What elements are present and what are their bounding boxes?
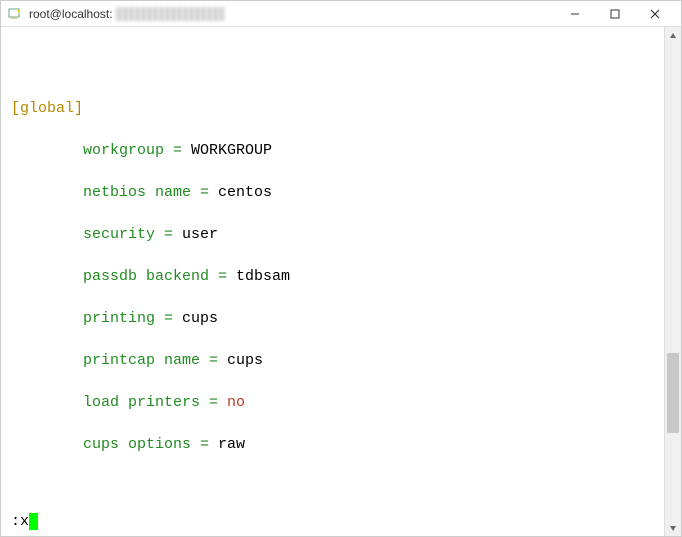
maximize-button[interactable] <box>595 2 635 26</box>
putty-icon <box>7 6 23 22</box>
cfg-key: printcap name <box>83 352 200 369</box>
cfg-val: centos <box>218 184 272 201</box>
cfg-val: raw <box>218 436 245 453</box>
vim-command: :x <box>11 513 29 530</box>
scroll-up-icon[interactable] <box>665 27 681 44</box>
cfg-key: netbios name <box>83 184 191 201</box>
cfg-key: passdb backend <box>83 268 209 285</box>
cfg-key: printing <box>83 310 155 327</box>
minimize-button[interactable] <box>555 2 595 26</box>
cfg-key: load printers <box>83 394 200 411</box>
close-button[interactable] <box>635 2 675 26</box>
cfg-val: WORKGROUP <box>191 142 272 159</box>
cfg-key: security <box>83 226 155 243</box>
window-title: root@localhost: <box>29 7 113 21</box>
cfg-key: cups options <box>83 436 191 453</box>
vertical-scrollbar[interactable] <box>664 27 681 536</box>
cfg-val: cups <box>182 310 218 327</box>
cfg-key: workgroup <box>83 142 164 159</box>
vim-command-line[interactable]: :x <box>11 511 38 532</box>
cfg-val: tdbsam <box>236 268 290 285</box>
terminal-editor[interactable]: [global] workgroup = WORKGROUP netbios n… <box>1 27 664 536</box>
cfg-val: cups <box>227 352 263 369</box>
scroll-thumb[interactable] <box>667 353 679 433</box>
scroll-track[interactable] <box>665 44 681 519</box>
cursor <box>29 513 38 530</box>
cfg-val: user <box>182 226 218 243</box>
cfg-val: no <box>227 394 245 411</box>
scroll-down-icon[interactable] <box>665 519 681 536</box>
title-obscured <box>115 7 225 21</box>
section-global: [global] <box>11 100 83 117</box>
titlebar: root@localhost: <box>1 1 681 27</box>
